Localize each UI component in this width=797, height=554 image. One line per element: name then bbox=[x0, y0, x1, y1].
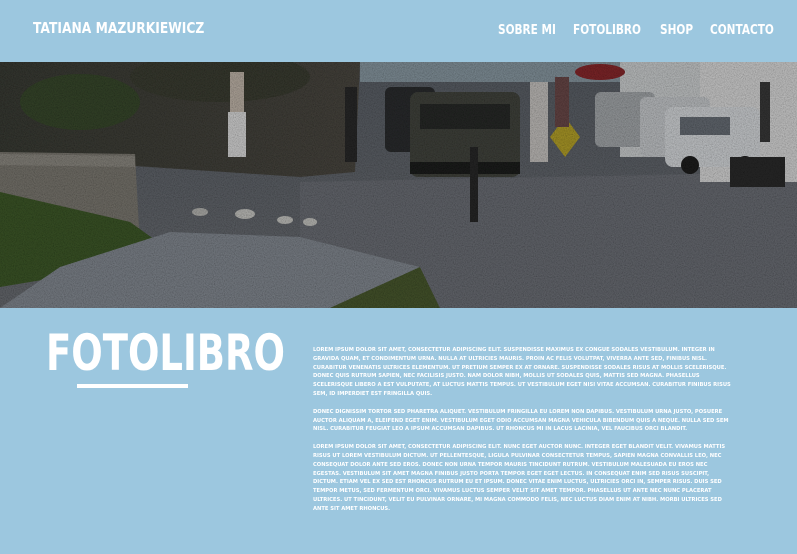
site-title[interactable]: TATIANA MAZURKIEWICZ bbox=[33, 19, 204, 37]
nav-shop[interactable]: SHOP bbox=[660, 22, 693, 38]
nav-sobre-mi[interactable]: SOBRE MI bbox=[498, 22, 556, 38]
nav-contacto[interactable]: CONTACTO bbox=[710, 22, 774, 38]
paragraph-2: Donec dignissim tortor sed pharetra aliq… bbox=[313, 408, 729, 433]
street-scene-image bbox=[0, 62, 797, 308]
site-header: TATIANA MAZURKIEWICZ SOBRE MI FOTOLIBRO … bbox=[0, 0, 797, 62]
hero-photo bbox=[0, 62, 797, 308]
page-title: FOTOLIBRO bbox=[46, 324, 285, 382]
paragraph-1: Lorem ipsum dolor sit amet, consectetur … bbox=[313, 347, 731, 397]
body-text: Lorem ipsum dolor sit amet, consectetur … bbox=[313, 346, 733, 523]
nav-fotolibro[interactable]: FOTOLIBRO bbox=[573, 22, 641, 38]
paragraph-3: Lorem ipsum dolor sit amet, consectetur … bbox=[313, 444, 726, 512]
title-underline bbox=[77, 384, 188, 388]
